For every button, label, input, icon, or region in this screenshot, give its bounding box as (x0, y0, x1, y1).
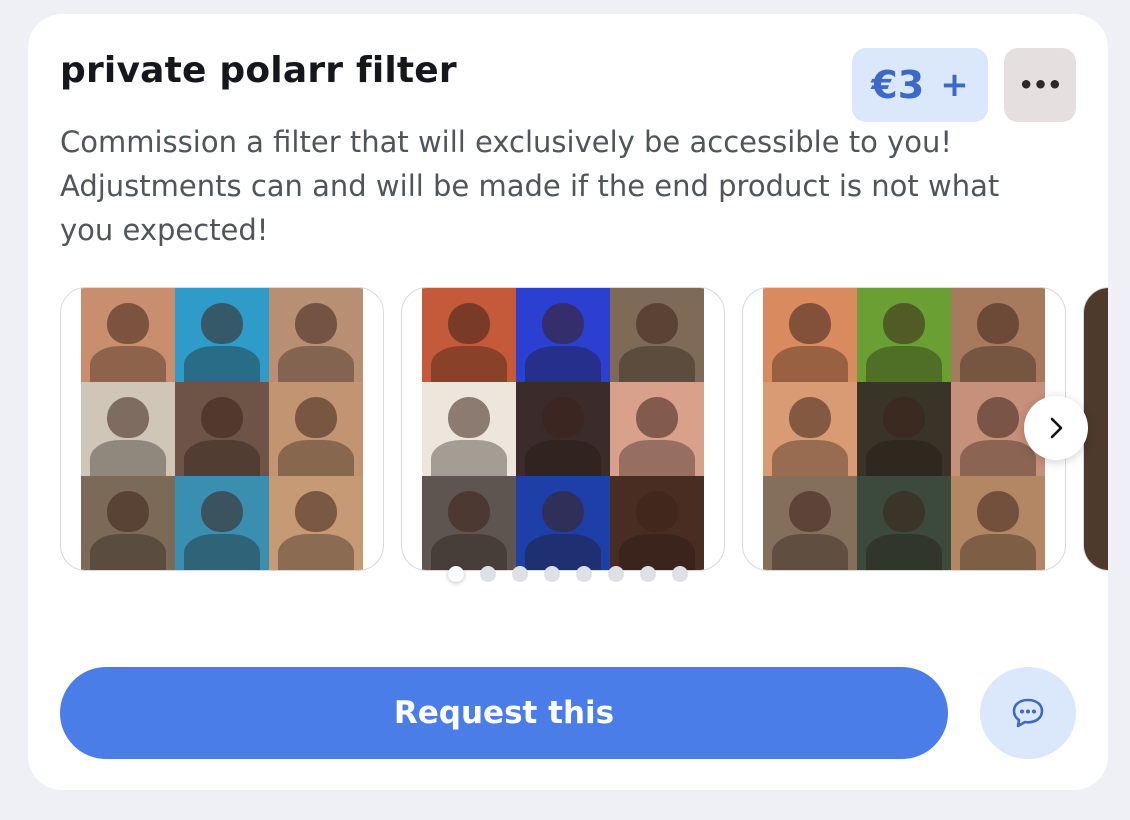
listing-title: private polarr filter (60, 50, 457, 91)
pagination-dot[interactable] (448, 566, 464, 582)
carousel-next-button[interactable] (1024, 396, 1088, 460)
sample-photo-grid (422, 288, 704, 570)
more-options-button[interactable]: ••• (1004, 48, 1076, 122)
sample-photo (763, 476, 857, 570)
image-carousel[interactable] (60, 287, 1108, 571)
sample-photo-grid (763, 288, 1045, 570)
sample-photo (763, 382, 857, 476)
sample-photo (175, 476, 269, 570)
chat-button[interactable] (980, 667, 1076, 759)
sample-photo (81, 288, 175, 382)
pagination-dot[interactable] (544, 566, 560, 582)
sample-photo-grid (81, 288, 363, 570)
sample-photo (269, 288, 363, 382)
sample-photo (610, 288, 704, 382)
sample-photo (857, 476, 951, 570)
chat-bubble-icon (1012, 698, 1044, 728)
sample-photo (610, 476, 704, 570)
sample-photo (516, 382, 610, 476)
sample-photo (516, 288, 610, 382)
sample-photo (269, 476, 363, 570)
sample-photo (81, 382, 175, 476)
pagination-dot[interactable] (576, 566, 592, 582)
sample-photo (763, 288, 857, 382)
sample-photo (857, 382, 951, 476)
sample-photo (422, 382, 516, 476)
sample-photo (516, 476, 610, 570)
carousel-slide[interactable] (401, 287, 725, 571)
sample-photo (951, 476, 1045, 570)
sample-photo (269, 382, 363, 476)
request-button[interactable]: Request this (60, 667, 948, 759)
chevron-right-icon (1050, 417, 1063, 439)
listing-description: Commission a filter that will exclusivel… (60, 125, 1000, 247)
sample-photo (857, 288, 951, 382)
sample-photo (951, 288, 1045, 382)
pagination-dot[interactable] (672, 566, 688, 582)
price-plus-label: + (940, 65, 969, 105)
sample-photo (422, 476, 516, 570)
listing-card: private polarr filter €3 + ••• Commissio… (28, 14, 1108, 790)
pagination-dot[interactable] (608, 566, 624, 582)
ellipsis-icon: ••• (1018, 71, 1062, 99)
pagination-dot[interactable] (512, 566, 528, 582)
price-label: €3 (871, 63, 925, 107)
sample-photo (175, 382, 269, 476)
sample-photo (610, 382, 704, 476)
carousel-slide[interactable] (60, 287, 384, 571)
sample-photo (175, 288, 269, 382)
sample-photo (81, 476, 175, 570)
pagination-dot[interactable] (480, 566, 496, 582)
price-button[interactable]: €3 + (852, 48, 988, 122)
carousel-pagination (448, 566, 688, 582)
carousel-slide[interactable] (742, 287, 1066, 571)
sample-photo (422, 288, 516, 382)
pagination-dot[interactable] (640, 566, 656, 582)
